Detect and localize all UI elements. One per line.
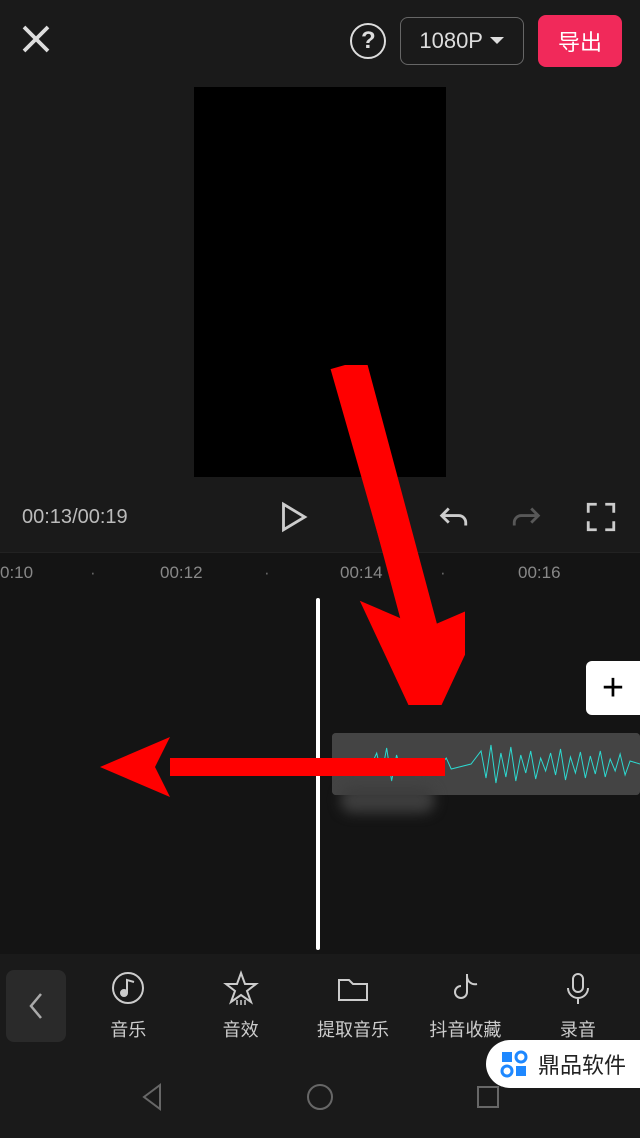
redo-button[interactable] — [510, 500, 544, 534]
preview-area — [0, 82, 640, 482]
playhead[interactable] — [316, 598, 320, 950]
add-clip-button[interactable]: + — [586, 661, 640, 715]
chevron-left-icon — [27, 992, 45, 1020]
close-icon — [18, 21, 54, 57]
export-button[interactable]: 导出 — [538, 15, 622, 67]
play-button[interactable] — [275, 500, 309, 534]
time-ruler: 0:1000:1200:1400:16··· — [0, 553, 640, 593]
waveform-icon — [332, 733, 640, 795]
nav-home-icon[interactable] — [304, 1081, 336, 1113]
tool-douyin-favorites[interactable]: 抖音收藏 — [409, 970, 521, 1042]
ruler-tick: 00:12 — [160, 563, 203, 583]
microphone-icon — [560, 970, 596, 1006]
watermark-text: 鼎品软件 — [538, 1048, 626, 1080]
resolution-label: 1080P — [419, 28, 483, 54]
close-button[interactable] — [18, 21, 54, 62]
tiktok-icon — [447, 970, 483, 1006]
watermark-badge: 鼎品软件 — [486, 1040, 640, 1088]
tool-record[interactable]: 录音 — [522, 970, 634, 1042]
chevron-down-icon — [489, 36, 505, 46]
top-bar: ? 1080P 导出 — [0, 0, 640, 82]
tool-extract-music[interactable]: 提取音乐 — [297, 970, 409, 1042]
undo-button[interactable] — [436, 500, 470, 534]
ruler-tick: 0:10 — [0, 563, 33, 583]
timeline[interactable]: 0:1000:1200:1400:16··· + — [0, 552, 640, 954]
tool-sfx[interactable]: 音效 — [184, 970, 296, 1042]
playback-bar: 00:13/00:19 — [0, 482, 640, 552]
video-canvas[interactable] — [194, 87, 446, 477]
tool-music[interactable]: 音乐 — [72, 970, 184, 1042]
star-icon — [223, 970, 259, 1006]
timecode: 00:13/00:19 — [22, 506, 128, 529]
fullscreen-button[interactable] — [584, 500, 618, 534]
ruler-tick: 00:14 — [340, 563, 383, 583]
folder-icon — [335, 970, 371, 1006]
music-note-icon — [110, 970, 146, 1006]
toolbar-back-button[interactable] — [6, 970, 66, 1042]
track-label — [340, 787, 435, 813]
resolution-dropdown[interactable]: 1080P — [400, 17, 524, 65]
watermark-logo-icon — [498, 1048, 530, 1080]
nav-back-icon[interactable] — [136, 1081, 168, 1113]
ruler-tick: 00:16 — [518, 563, 561, 583]
audio-track[interactable] — [332, 733, 640, 795]
help-button[interactable]: ? — [350, 23, 386, 59]
